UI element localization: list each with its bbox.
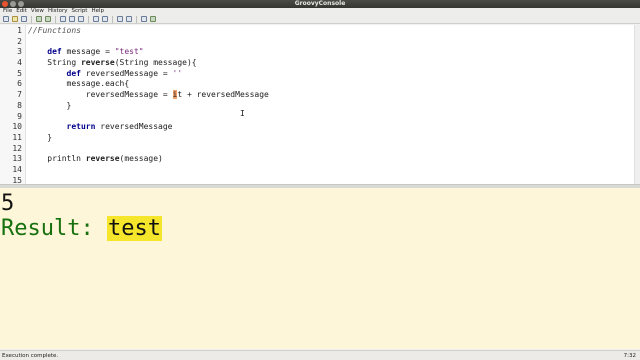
code-line[interactable]: 15 — [0, 175, 640, 185]
code-line[interactable]: 6 message.each{ — [0, 79, 640, 90]
code-text[interactable]: } — [28, 101, 72, 112]
copy-icon[interactable] — [69, 16, 75, 22]
cursor-position: 7:32 — [623, 353, 636, 359]
code-line[interactable]: 1 //Functions — [0, 26, 640, 37]
code-text[interactable]: reversedMessage = it + reversedMessage — [28, 90, 269, 101]
save-file-icon[interactable] — [21, 16, 27, 22]
output-pane: 5 Result: test — [0, 188, 640, 349]
line-number: 6 — [17, 79, 22, 89]
result-line: Result: test — [1, 216, 162, 241]
code-line[interactable]: 9 — [0, 112, 640, 123]
find-icon[interactable] — [93, 16, 99, 22]
script-editor[interactable]: 1//Functions 2 3 def message = "test" 4 Str… — [0, 25, 640, 185]
menu-script[interactable]: Script — [72, 8, 88, 15]
code-line[interactable]: 5 def reversedMessage = '' — [0, 69, 640, 80]
code-line[interactable]: 8 } — [0, 101, 640, 112]
window-title: GroovyConsole — [294, 0, 346, 7]
open-file-icon[interactable] — [12, 16, 18, 22]
code-line[interactable]: 14 — [0, 165, 640, 176]
toolbar-separator — [112, 15, 113, 23]
code-text[interactable]: def message = "test" — [28, 47, 143, 58]
code-text[interactable]: message.each{ — [28, 79, 130, 90]
run-script-icon[interactable] — [150, 16, 156, 22]
result-value: test — [106, 216, 162, 241]
code-text[interactable]: return reversedMessage — [28, 122, 173, 133]
code-text[interactable]: println reverse(message) — [28, 154, 163, 165]
line-number: 12 — [12, 143, 22, 153]
result-label: Result: — [1, 216, 107, 241]
new-file-icon[interactable] — [3, 16, 9, 22]
line-number: 7 — [17, 90, 22, 100]
history-next-icon[interactable] — [126, 16, 132, 22]
line-number: 9 — [17, 111, 22, 121]
redo-icon[interactable] — [45, 16, 51, 22]
code-line[interactable]: 10 return reversedMessage — [0, 122, 640, 133]
code-line[interactable]: 2 — [0, 37, 640, 48]
toolbar-separator — [136, 15, 137, 23]
replace-icon[interactable] — [102, 16, 108, 22]
menu-help[interactable]: Help — [91, 8, 104, 15]
line-number: 15 — [12, 175, 22, 185]
code-line[interactable]: 4 String reverse(String message){ — [0, 58, 640, 69]
toolbar-separator — [88, 15, 89, 23]
line-number: 13 — [12, 154, 22, 164]
paste-icon[interactable] — [78, 16, 84, 22]
menu-bar: File Edit View History Script Help — [0, 8, 640, 15]
editor-scrollbar[interactable] — [634, 25, 640, 184]
code-lines: 1//Functions 2 3 def message = "test" 4 Str… — [0, 26, 640, 185]
status-bar: Execution complete. 7:32 — [0, 350, 640, 360]
cut-icon[interactable] — [60, 16, 66, 22]
history-previous-icon[interactable] — [117, 16, 123, 22]
line-number: 8 — [17, 100, 22, 110]
line-number: 4 — [17, 58, 22, 68]
toolbar — [0, 15, 640, 24]
code-line[interactable]: 13 println reverse(message) — [0, 154, 640, 165]
line-number: 3 — [17, 47, 22, 57]
menu-file[interactable]: File — [3, 8, 12, 15]
code-line[interactable]: 11 } — [0, 133, 640, 144]
code-text[interactable]: String reverse(String message){ — [28, 58, 196, 69]
line-number: 1 — [17, 26, 22, 35]
line-number: 10 — [12, 122, 22, 132]
text-cursor-icon: I — [240, 109, 245, 118]
undo-icon[interactable] — [36, 16, 42, 22]
code-line[interactable]: 7 reversedMessage = it + reversedMessage — [0, 90, 640, 101]
code-line[interactable]: 12 — [0, 144, 640, 155]
code-text[interactable]: } — [28, 133, 52, 144]
menu-edit[interactable]: Edit — [16, 8, 27, 15]
title-bar: GroovyConsole — [0, 0, 640, 8]
menu-view[interactable]: View — [31, 8, 44, 15]
clear-output-icon[interactable] — [141, 16, 147, 22]
toolbar-separator — [55, 15, 56, 23]
line-number: 11 — [12, 132, 22, 142]
menu-history[interactable]: History — [48, 8, 68, 15]
line-number: 14 — [12, 164, 22, 174]
output-line: 5 — [1, 191, 15, 216]
toolbar-separator — [31, 15, 32, 23]
status-message: Execution complete. — [2, 353, 59, 359]
code-text[interactable]: def reversedMessage = '' — [28, 69, 183, 80]
line-number: 2 — [17, 36, 22, 46]
code-text[interactable]: //Functions — [28, 26, 81, 37]
line-number: 5 — [17, 68, 22, 78]
code-line[interactable]: 3 def message = "test" — [0, 47, 640, 58]
